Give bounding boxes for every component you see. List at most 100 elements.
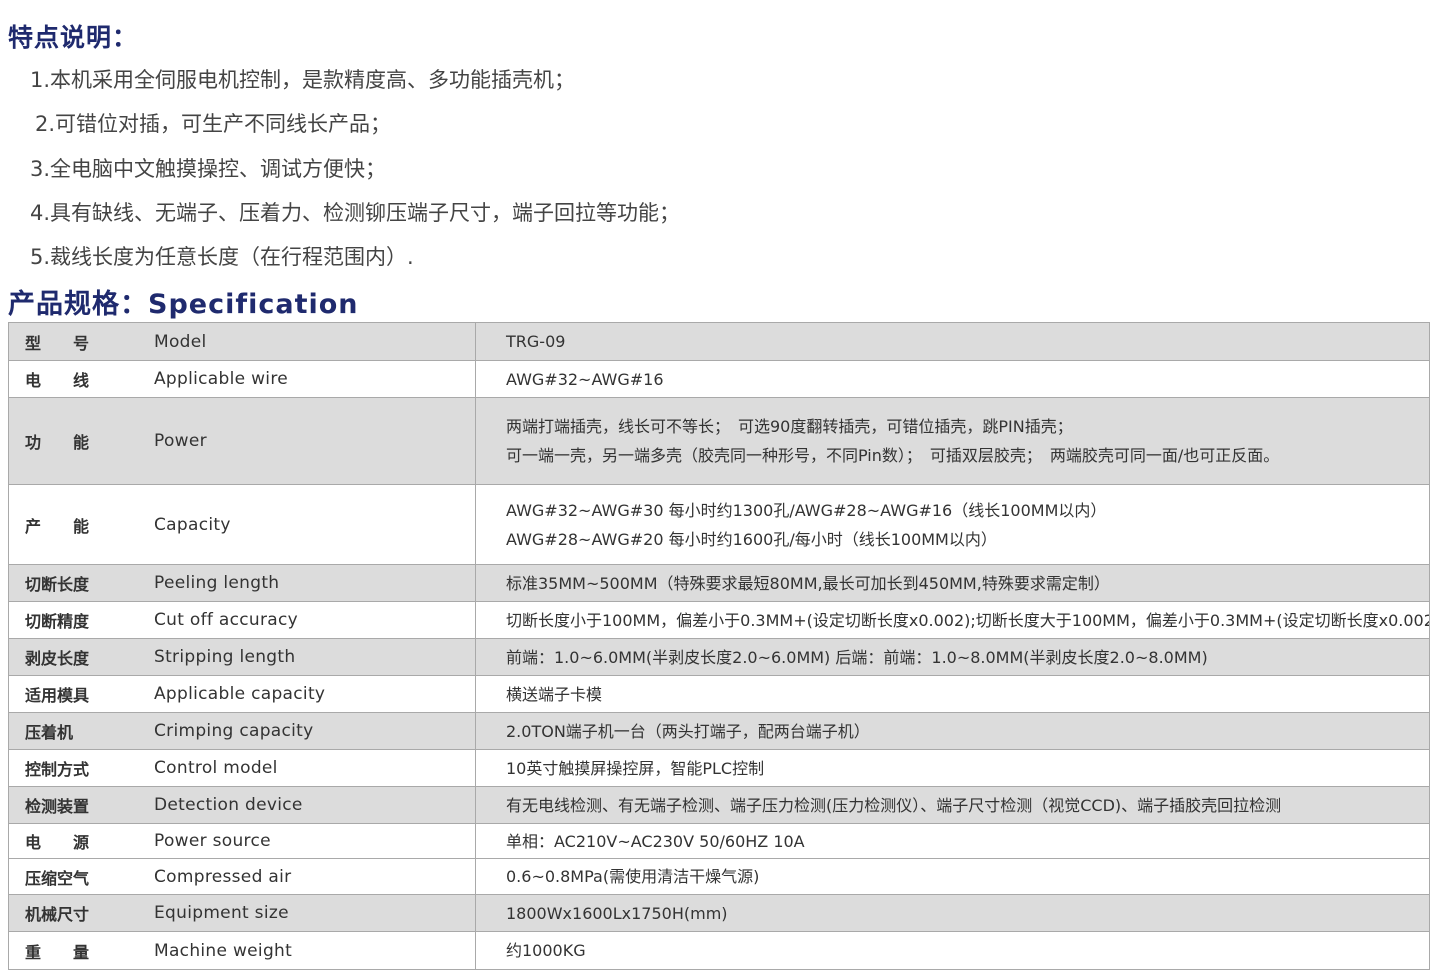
- spec-label-cn: 检测装置: [25, 797, 90, 816]
- spec-row-equipment-size: 机械尺寸 Equipment size 1800Wx1600Lx1750H(mm…: [8, 894, 1430, 932]
- features-heading: 特点说明：: [8, 23, 139, 52]
- spec-value: 有无电线检测、有无端子检测、端子压力检测(压力检测仪）、端子尺寸检测（视觉CCD…: [506, 795, 1282, 815]
- spec-label-cell: 适用模具 Applicable capacity: [8, 675, 476, 713]
- spec-label-cell: 型 号 Model: [8, 322, 476, 361]
- spec-label-cn: 机械尺寸: [25, 905, 90, 924]
- spec-label-cn: 产 能: [25, 516, 90, 536]
- spec-value-cell: 标准35MM~500MM（特殊要求最短80MM,最长可加长到450MM,特殊要求…: [475, 564, 1430, 602]
- spec-value: 约1000KG: [506, 941, 586, 960]
- spec-row-wire: 电 线 Applicable wire AWG#32~AWG#16: [8, 360, 1430, 398]
- spec-label-cn: 切断精度: [25, 612, 90, 631]
- spec-label-en: Detection device: [154, 795, 303, 815]
- spec-label-en: Peeling length: [154, 573, 280, 593]
- spec-row-control: 控制方式 Control model 10英寸触摸屏操控屏，智能PLC控制: [8, 749, 1430, 787]
- spec-row-stripping-length: 剥皮长度 Stripping length 前端：1.0~6.0MM(半剥皮长度…: [8, 638, 1430, 676]
- spec-label-cn: 电 源: [25, 833, 90, 852]
- spec-value-cell: 横送端子卡模: [475, 675, 1430, 713]
- spec-label-en: Cut off accuracy: [154, 610, 298, 630]
- spec-label-cn: 重 量: [25, 942, 90, 962]
- spec-row-detection: 检测装置 Detection device 有无电线检测、有无端子检测、端子压力…: [8, 786, 1430, 824]
- spec-label-cn: 控制方式: [25, 760, 90, 779]
- spec-label-cell: 产 能 Capacity: [8, 484, 476, 565]
- spec-label-en: Crimping capacity: [154, 721, 314, 741]
- feature-item-5: 5.裁线长度为任意长度（在行程范围内）.: [30, 245, 414, 269]
- spec-label-en: Stripping length: [154, 647, 296, 667]
- spec-label-cell: 压缩空气 Compressed air: [8, 858, 476, 895]
- spec-value-cell: 切断长度小于100MM，偏差小于0.3MM+(设定切断长度x0.002);切断长…: [475, 601, 1430, 639]
- spec-label-cell: 切断长度 Peeling length: [8, 564, 476, 602]
- spec-value: 0.6~0.8MPa(需使用清洁干燥气源): [506, 867, 760, 886]
- spec-value-line-1: AWG#32~AWG#30 每小时约1300孔/AWG#28~AWG#16（线长…: [506, 500, 1107, 520]
- spec-label-en: Control model: [154, 758, 278, 778]
- spec-value-line-1: 两端打端插壳，线长可不等长； 可选90度翻转插壳，可错位插壳，跳PIN插壳；: [506, 417, 1073, 436]
- spec-value-line-2: AWG#28~AWG#20 每小时约1600孔/每小时（线长100MM以内）: [506, 529, 997, 549]
- spec-label-cell: 切断精度 Cut off accuracy: [8, 601, 476, 639]
- spec-value: 前端：1.0~6.0MM(半剥皮长度2.0~6.0MM) 后端：前端：1.0~8…: [506, 647, 1208, 667]
- spec-value: 横送端子卡模: [506, 684, 603, 704]
- spec-value-cell: 0.6~0.8MPa(需使用清洁干燥气源): [475, 858, 1430, 895]
- spec-label-en: Applicable capacity: [154, 684, 326, 704]
- spec-value-cell: 单相：AC210V~AC230V 50/60HZ 10A: [475, 823, 1430, 859]
- spec-label-cell: 功 能 Power: [8, 397, 476, 485]
- spec-label-cell: 重 量 Machine weight: [8, 931, 476, 970]
- spec-label-en: Capacity: [154, 514, 231, 535]
- specification-table: 型 号 Model TRG-09 电 线 Applicable wire AWG…: [8, 322, 1430, 970]
- spec-label-en: Model: [154, 331, 207, 352]
- feature-item-1: 1.本机采用全伺服电机控制，是款精度高、多功能插壳机；: [30, 68, 576, 92]
- spec-row-cut-accuracy: 切断精度 Cut off accuracy 切断长度小于100MM，偏差小于0.…: [8, 601, 1430, 639]
- spec-value: 2.0TON端子机一台（两头打端子，配两台端子机）: [506, 721, 870, 741]
- spec-value: 切断长度小于100MM，偏差小于0.3MM+(设定切断长度x0.002);切断长…: [506, 610, 1430, 630]
- spec-value-cell: AWG#32~AWG#16: [475, 360, 1430, 398]
- spec-row-model: 型 号 Model TRG-09: [8, 322, 1430, 361]
- spec-label-cn: 剥皮长度: [25, 649, 90, 668]
- spec-label-cn: 切断长度: [25, 575, 90, 594]
- spec-label-cn: 压着机: [25, 723, 74, 742]
- spec-label-cell: 检测装置 Detection device: [8, 786, 476, 824]
- spec-label-en: Power source: [154, 831, 271, 851]
- spec-value: 标准35MM~500MM（特殊要求最短80MM,最长可加长到450MM,特殊要求…: [506, 573, 1110, 593]
- spec-value: TRG-09: [506, 332, 566, 351]
- specification-heading: 产品规格：Specification: [8, 289, 359, 320]
- spec-label-cn: 适用模具: [25, 686, 90, 705]
- spec-label-cn: 功 能: [25, 433, 90, 452]
- spec-value-cell: 1800Wx1600Lx1750H(mm): [475, 894, 1430, 932]
- spec-row-power-source: 电 源 Power source 单相：AC210V~AC230V 50/60H…: [8, 823, 1430, 859]
- spec-row-crimping: 压着机 Crimping capacity 2.0TON端子机一台（两头打端子，…: [8, 712, 1430, 750]
- spec-value: 1800Wx1600Lx1750H(mm): [506, 903, 728, 923]
- spec-label-en: Equipment size: [154, 903, 289, 923]
- spec-label-en: Power: [154, 431, 207, 451]
- spec-label-cell: 剥皮长度 Stripping length: [8, 638, 476, 676]
- spec-label-cell: 控制方式 Control model: [8, 749, 476, 787]
- spec-value-cell: 10英寸触摸屏操控屏，智能PLC控制: [475, 749, 1430, 787]
- spec-label-en: Applicable wire: [154, 369, 289, 389]
- spec-label-cell: 电 线 Applicable wire: [8, 360, 476, 398]
- spec-row-applicable-mold: 适用模具 Applicable capacity 横送端子卡模: [8, 675, 1430, 713]
- spec-row-power: 功 能 Power 两端打端插壳，线长可不等长； 可选90度翻转插壳，可错位插壳…: [8, 397, 1430, 485]
- spec-row-weight: 重 量 Machine weight 约1000KG: [8, 931, 1430, 970]
- spec-value: 单相：AC210V~AC230V 50/60HZ 10A: [506, 831, 805, 851]
- spec-label-cn: 压缩空气: [25, 868, 90, 888]
- spec-label-cn: 电 线: [25, 371, 90, 390]
- spec-label-cell: 机械尺寸 Equipment size: [8, 894, 476, 932]
- spec-value-cell: 两端打端插壳，线长可不等长； 可选90度翻转插壳，可错位插壳，跳PIN插壳； 可…: [475, 397, 1430, 485]
- spec-value-cell: 有无电线检测、有无端子检测、端子压力检测(压力检测仪）、端子尺寸检测（视觉CCD…: [475, 786, 1430, 824]
- spec-label-en: Compressed air: [154, 866, 292, 887]
- spec-value: AWG#32~AWG#16: [506, 369, 664, 389]
- spec-value-cell: 约1000KG: [475, 931, 1430, 970]
- feature-item-3: 3.全电脑中文触摸操控、调试方便快；: [30, 157, 387, 181]
- feature-item-2: 2.可错位对插，可生产不同线长产品；: [35, 112, 392, 136]
- spec-row-capacity: 产 能 Capacity AWG#32~AWG#30 每小时约1300孔/AWG…: [8, 484, 1430, 565]
- spec-value-cell: AWG#32~AWG#30 每小时约1300孔/AWG#28~AWG#16（线长…: [475, 484, 1430, 565]
- spec-row-peeling-length: 切断长度 Peeling length 标准35MM~500MM（特殊要求最短8…: [8, 564, 1430, 602]
- spec-label-cell: 电 源 Power source: [8, 823, 476, 859]
- spec-label-cell: 压着机 Crimping capacity: [8, 712, 476, 750]
- spec-value: 10英寸触摸屏操控屏，智能PLC控制: [506, 758, 765, 778]
- spec-value-line-2: 可一端一壳，另一端多壳（胶壳同一种形号，不同Pin数）； 可插双层胶壳； 两端胶…: [506, 446, 1280, 465]
- feature-item-4: 4.具有缺线、无端子、压着力、检测铆压端子尺寸，端子回拉等功能；: [30, 201, 681, 225]
- spec-value-cell: TRG-09: [475, 322, 1430, 361]
- spec-label-cn: 型 号: [25, 333, 90, 353]
- spec-row-compressed-air: 压缩空气 Compressed air 0.6~0.8MPa(需使用清洁干燥气源…: [8, 858, 1430, 895]
- spec-label-en: Machine weight: [154, 940, 293, 961]
- spec-value-cell: 前端：1.0~6.0MM(半剥皮长度2.0~6.0MM) 后端：前端：1.0~8…: [475, 638, 1430, 676]
- spec-value-cell: 2.0TON端子机一台（两头打端子，配两台端子机）: [475, 712, 1430, 750]
